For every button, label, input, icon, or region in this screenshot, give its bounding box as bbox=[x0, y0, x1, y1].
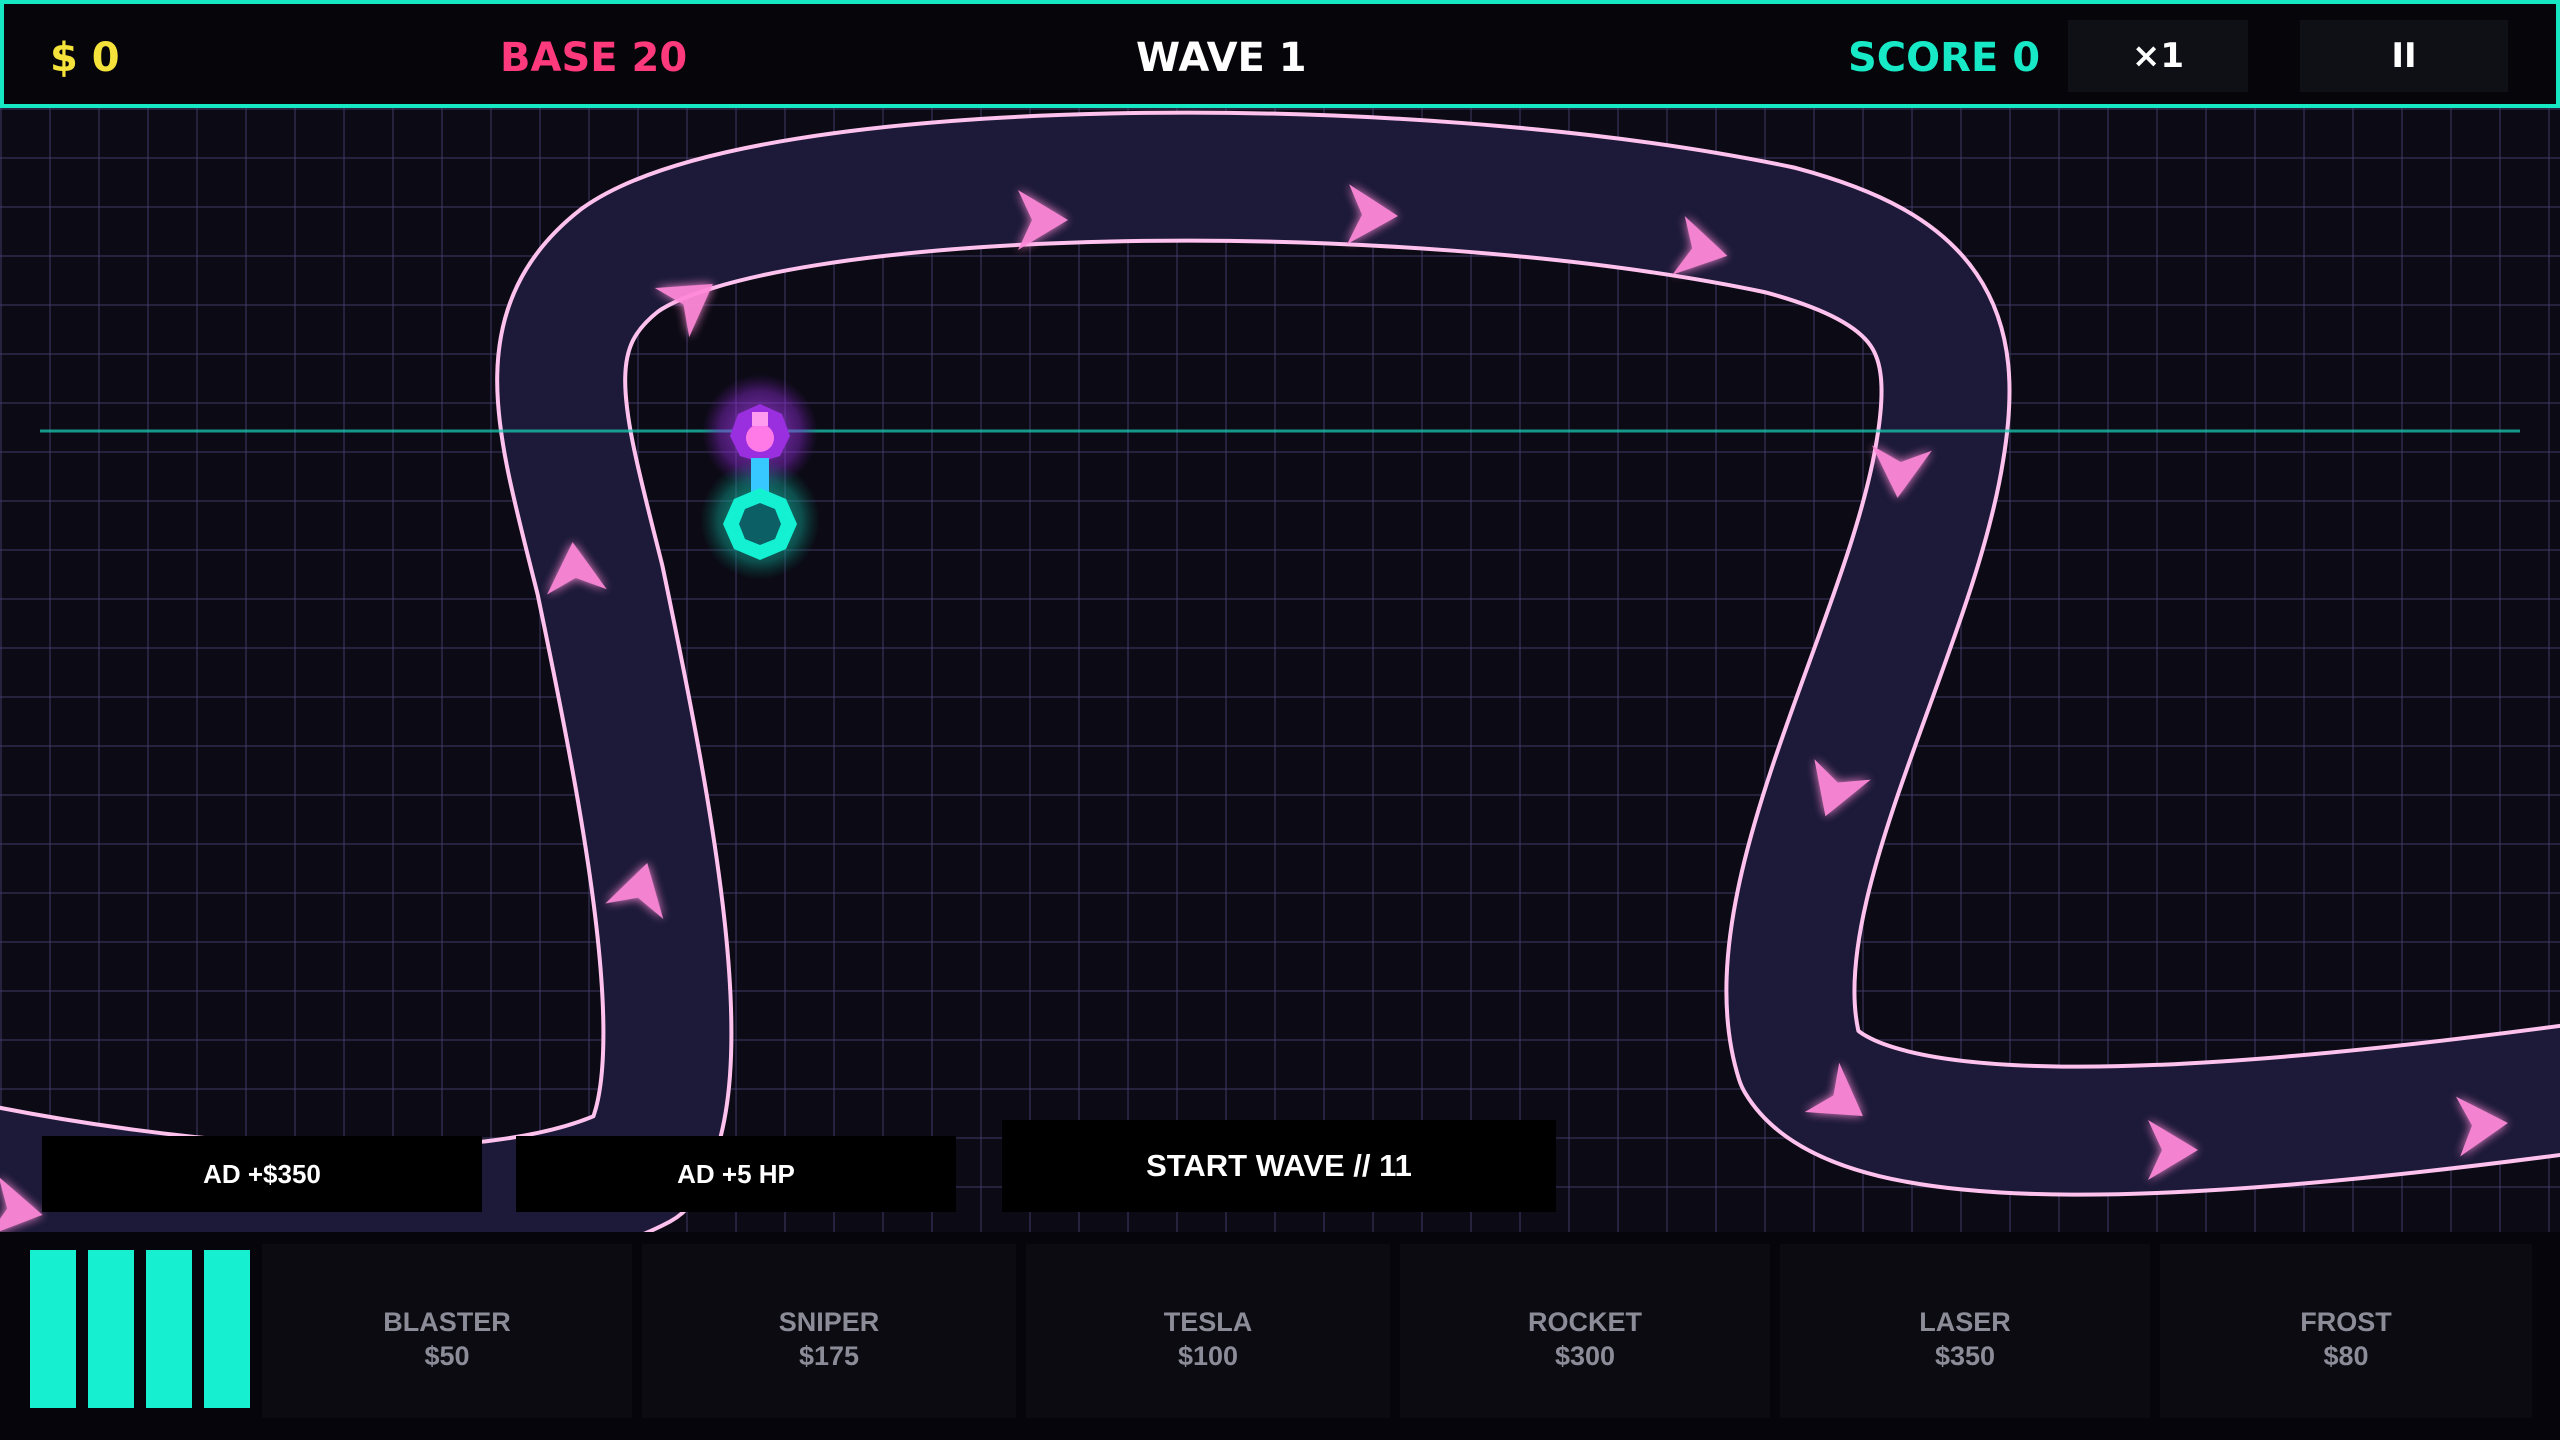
tower-name: ROCKET bbox=[1528, 1307, 1642, 1337]
tower-card-frost[interactable]: FROST $80 bbox=[2160, 1244, 2532, 1418]
tower-price: $300 bbox=[1554, 1341, 1616, 1371]
enemy-path bbox=[0, 110, 2560, 1278]
speed-button[interactable]: ×1 bbox=[2068, 20, 2248, 92]
game-stage: $ 0 BASE 20 WAVE 1 SCORE 0 ×1 II AD +$35… bbox=[0, 0, 2560, 1440]
base-health: BASE 20 bbox=[500, 35, 688, 81]
top-hud: $ 0 BASE 20 WAVE 1 SCORE 0 ×1 II bbox=[0, 0, 2560, 108]
tower-price: $350 bbox=[1934, 1341, 1996, 1371]
wave-counter: WAVE 1 bbox=[1136, 35, 1307, 81]
tower-price: $50 bbox=[424, 1341, 470, 1371]
score-counter: SCORE 0 bbox=[1848, 35, 2041, 81]
menu-bars-icon[interactable] bbox=[30, 1250, 258, 1408]
tower-name: BLASTER bbox=[383, 1307, 511, 1337]
pause-button[interactable]: II bbox=[2300, 20, 2508, 92]
tower-card-tesla[interactable]: TESLA $100 bbox=[1026, 1244, 1390, 1418]
ad-hp-button[interactable]: AD +5 HP bbox=[516, 1136, 956, 1212]
money-counter: $ 0 bbox=[50, 35, 120, 81]
tower-card-blaster[interactable]: BLASTER $50 bbox=[262, 1244, 632, 1418]
tower-card-laser[interactable]: LASER $350 bbox=[1780, 1244, 2150, 1418]
tower-card-sniper[interactable]: SNIPER $175 bbox=[642, 1244, 1016, 1418]
game-field[interactable] bbox=[0, 0, 2560, 1440]
tower-price: $100 bbox=[1177, 1341, 1239, 1371]
ad-money-button[interactable]: AD +$350 bbox=[42, 1136, 482, 1212]
tower-shop: BLASTER $50 SNIPER $175 TESLA $100 ROCKE… bbox=[0, 1232, 2560, 1440]
tower-name: LASER bbox=[1919, 1307, 2011, 1337]
tower-name: TESLA bbox=[1163, 1307, 1253, 1337]
start-wave-button[interactable]: START WAVE // 11 bbox=[1002, 1120, 1556, 1212]
placed-tower[interactable] bbox=[700, 458, 820, 580]
tower-name: SNIPER bbox=[778, 1307, 880, 1337]
tower-price: $80 bbox=[2323, 1341, 2369, 1371]
tower-price: $175 bbox=[798, 1341, 860, 1371]
tower-card-rocket[interactable]: ROCKET $300 bbox=[1400, 1244, 1770, 1418]
tower-name: FROST bbox=[2300, 1307, 2392, 1337]
